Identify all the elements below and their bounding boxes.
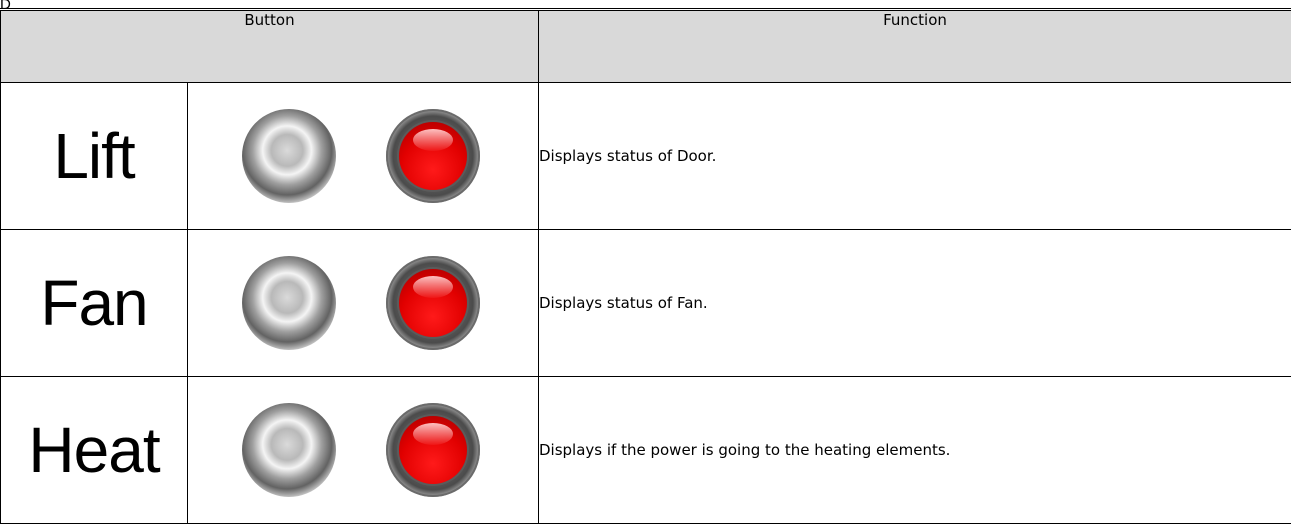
- indicator-on-red-icon: [386, 256, 480, 350]
- row-function-fan: Displays status of Fan.: [539, 230, 1291, 377]
- indicator-on-red-icon: [386, 109, 480, 203]
- table-row: Fan Displays status of Fan.: [1, 230, 1291, 377]
- indicator-off-icon: [242, 256, 336, 350]
- row-name-heat: Heat: [1, 377, 188, 524]
- row-name-lift: Lift: [1, 83, 188, 230]
- table-row: Heat Displays if the power is going to t…: [1, 377, 1291, 524]
- indicator-off-icon: [242, 403, 336, 497]
- indicator-legend-table: Button Function Lift Displays status of …: [0, 10, 1291, 524]
- lamp-pair: [188, 377, 539, 524]
- header-button: Button: [1, 11, 539, 83]
- indicator-on-red-icon: [386, 403, 480, 497]
- indicator-off-icon: [242, 109, 336, 203]
- row-function-lift: Displays status of Door.: [539, 83, 1291, 230]
- header-function: Function: [539, 11, 1291, 83]
- table-header-row: Button Function: [1, 11, 1291, 83]
- table-row: Lift Displays status of Door.: [1, 83, 1291, 230]
- lamp-pair: [188, 230, 539, 377]
- row-name-fan: Fan: [1, 230, 188, 377]
- header-rule: [0, 8, 1291, 9]
- row-function-heat: Displays if the power is going to the he…: [539, 377, 1291, 524]
- lamp-pair: [188, 83, 539, 230]
